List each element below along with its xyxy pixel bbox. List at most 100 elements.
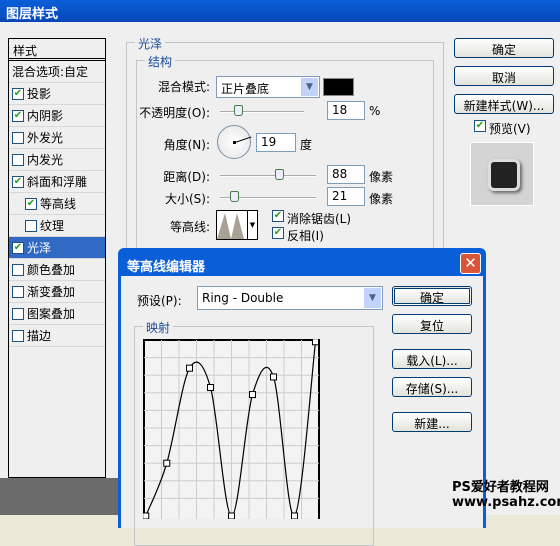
blend-mode-value: 正片叠底	[221, 82, 270, 96]
checkbox-icon[interactable]	[12, 153, 24, 166]
checkbox-icon[interactable]: ✔	[25, 197, 37, 210]
ok-button[interactable]: 确定	[454, 38, 554, 58]
opacity-slider[interactable]	[220, 105, 304, 116]
preview-checkbox[interactable]: ✔ 预览(V)	[474, 120, 531, 137]
close-icon[interactable]: ✕	[460, 253, 481, 274]
cancel-button[interactable]: 取消	[454, 66, 554, 86]
angle-input[interactable]: 19	[256, 133, 296, 152]
style-item[interactable]: ✔ 光泽	[9, 237, 105, 259]
style-item-label: 图案叠加	[27, 307, 76, 321]
style-item[interactable]: ✔ 内阴影	[9, 105, 105, 127]
checkbox-icon: ✔	[474, 120, 486, 132]
style-item-label: 光泽	[27, 241, 52, 255]
watermark-line1: PS爱好者教程网	[452, 480, 549, 495]
editor-ok-button[interactable]: 确定	[392, 286, 472, 306]
style-item-label: 描边	[27, 329, 52, 343]
style-item-label: 投影	[27, 87, 52, 101]
contour-picker[interactable]: ▼	[216, 210, 258, 240]
distance-input[interactable]: 88	[327, 165, 365, 184]
angle-dial[interactable]	[217, 125, 252, 159]
contour-label: 等高线:	[169, 220, 210, 234]
angle-unit: 度	[300, 138, 313, 152]
style-item[interactable]: 纹理	[9, 215, 105, 237]
style-item[interactable]: 颜色叠加	[9, 259, 105, 281]
curve-point[interactable]	[228, 512, 235, 519]
color-swatch[interactable]	[323, 78, 354, 96]
invert-label: 反相(I)	[287, 229, 324, 243]
invert-checkbox[interactable]: ✔ 反相(I)	[272, 227, 324, 244]
chevron-down-icon: ▼	[301, 78, 318, 96]
style-preview	[470, 142, 534, 206]
contour-editor-title: 等高线编辑器	[127, 260, 206, 275]
checkbox-icon[interactable]: ✔	[12, 175, 24, 188]
distance-slider-thumb[interactable]	[275, 169, 284, 180]
mapping-label: 映射	[143, 319, 174, 336]
antialias-checkbox[interactable]: ✔ 消除锯齿(L)	[272, 210, 351, 227]
checkbox-icon[interactable]	[12, 307, 24, 320]
dialog-title: 图层样式	[0, 0, 560, 22]
styles-list: 样式 混合选项:自定 ✔ 投影 ✔ 内阴影 外发光 内发光 ✔ 斜面和浮雕 ✔ 等高线 纹理 ✔ 光泽颜…	[8, 38, 106, 478]
style-item-label: 外发光	[27, 131, 64, 145]
opacity-label: 不透明度(O):	[139, 106, 210, 120]
antialias-label: 消除锯齿(L)	[287, 212, 352, 226]
styles-header: 样式	[9, 39, 105, 61]
checkbox-icon[interactable]: ✔	[12, 241, 24, 254]
checkbox-icon[interactable]	[12, 263, 24, 276]
curve-point[interactable]	[143, 512, 150, 519]
size-slider-thumb[interactable]	[230, 191, 239, 202]
curve-point[interactable]	[312, 339, 319, 346]
checkbox-icon[interactable]: ✔	[12, 87, 24, 100]
preset-select[interactable]: Ring - Double ▼	[197, 286, 383, 310]
contour-dropdown-icon[interactable]: ▼	[247, 211, 257, 239]
checkbox-icon[interactable]	[12, 285, 24, 298]
opacity-unit: %	[369, 104, 381, 118]
curve-point[interactable]	[163, 459, 171, 467]
style-item-label: 纹理	[40, 219, 65, 233]
curve-point[interactable]	[207, 384, 214, 392]
checkbox-icon[interactable]	[12, 131, 24, 144]
angle-label: 角度(N):	[163, 138, 210, 152]
preview-label: 预览(V)	[489, 122, 531, 136]
curve-point[interactable]	[186, 364, 193, 372]
new-style-button[interactable]: 新建样式(W)...	[454, 94, 554, 114]
blend-options-item[interactable]: 混合选项:自定	[9, 61, 105, 83]
checkbox-icon: ✔	[272, 210, 284, 222]
curve-point[interactable]	[270, 373, 277, 381]
style-item[interactable]: 外发光	[9, 127, 105, 149]
checkbox-icon[interactable]: ✔	[12, 109, 24, 122]
blend-mode-select[interactable]: 正片叠底 ▼	[216, 76, 320, 98]
size-input[interactable]: 21	[327, 187, 365, 206]
style-item[interactable]: 图案叠加	[9, 303, 105, 325]
watermark-line2: www.psahz.com	[452, 495, 560, 510]
structure-label: 结构	[145, 53, 176, 70]
save-button[interactable]: 存储(S)...	[392, 377, 472, 397]
checkbox-icon: ✔	[272, 227, 284, 239]
curve-point[interactable]	[249, 391, 256, 399]
distance-unit: 像素	[369, 170, 394, 184]
background-area	[0, 478, 118, 515]
style-item[interactable]: ✔ 投影	[9, 83, 105, 105]
contour-curve-graph[interactable]	[143, 339, 320, 519]
style-item[interactable]: 描边	[9, 325, 105, 347]
reset-button[interactable]: 复位	[392, 314, 472, 334]
style-item-label: 斜面和浮雕	[27, 175, 88, 189]
new-button[interactable]: 新建...	[392, 412, 472, 432]
style-item[interactable]: ✔ 等高线	[9, 193, 105, 215]
style-item-label: 颜色叠加	[27, 263, 76, 277]
satin-group-label: 光泽	[135, 35, 166, 52]
style-item[interactable]: 渐变叠加	[9, 281, 105, 303]
distance-slider[interactable]	[220, 169, 316, 180]
contour-editor-dialog: 等高线编辑器 ✕ 预设(P): Ring - Double ▼ 映射 确定 复位 …	[118, 248, 486, 546]
watermark: PS爱好者教程网 www.psahz.com	[452, 480, 560, 510]
curve-point[interactable]	[291, 512, 298, 519]
checkbox-icon[interactable]	[25, 219, 37, 232]
opacity-slider-thumb[interactable]	[234, 105, 243, 116]
style-item[interactable]: 内发光	[9, 149, 105, 171]
load-button[interactable]: 载入(L)...	[392, 349, 472, 369]
distance-label: 距离(D):	[163, 170, 210, 184]
checkbox-icon[interactable]	[12, 329, 24, 342]
style-item[interactable]: ✔ 斜面和浮雕	[9, 171, 105, 193]
size-slider[interactable]	[220, 191, 316, 202]
size-label: 大小(S):	[164, 192, 210, 206]
opacity-input[interactable]: 18	[327, 101, 365, 120]
